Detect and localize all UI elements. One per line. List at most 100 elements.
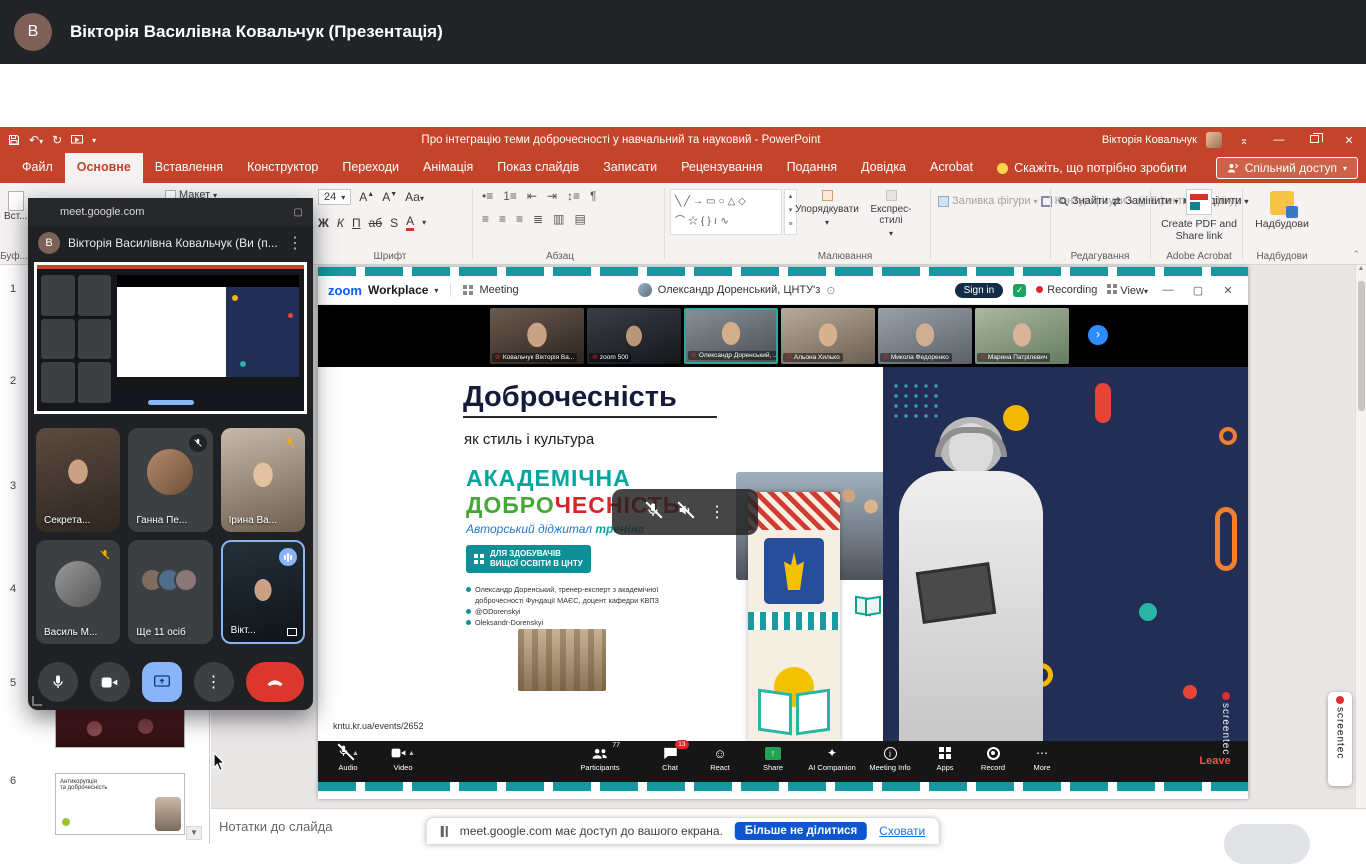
strip-tile: ⊘Ковальчук Вікторія Ва... [490, 308, 584, 364]
close-button[interactable]: ✕ [1336, 134, 1362, 147]
numbering-icon[interactable]: 1≡ [503, 189, 517, 203]
vertical-scrollbar[interactable]: ▲ [1355, 265, 1366, 808]
tab-record[interactable]: Записати [591, 153, 669, 183]
participant-tile[interactable]: Секрета... [36, 428, 120, 532]
tab-home[interactable]: Основне [65, 153, 143, 183]
customize-qat-icon[interactable]: ▾ [92, 136, 96, 145]
grow-font-button[interactable]: А▲ [359, 190, 374, 204]
tell-me-box[interactable]: Скажіть, що потрібно зробити [985, 153, 1199, 183]
expand-icon[interactable] [287, 628, 297, 636]
participant-tile[interactable]: Ганна Пе... [128, 428, 212, 532]
overlay-more-icon: ⋮ [709, 502, 725, 522]
tab-review[interactable]: Рецензування [669, 153, 774, 183]
google-meet-window[interactable]: meet.google.com ▢ B Вікторія Василівна К… [28, 198, 313, 710]
increase-indent-icon[interactable]: ⇥ [547, 189, 557, 203]
end-call-button[interactable] [246, 662, 304, 702]
tab-transitions[interactable]: Переходи [330, 153, 411, 183]
mic-button[interactable] [38, 662, 78, 702]
slide-number-1[interactable]: 1 [10, 283, 16, 295]
corner-widget [1224, 824, 1310, 864]
redo-icon[interactable]: ↻ [52, 133, 62, 147]
slide-number-5[interactable]: 5 [10, 677, 16, 689]
addins-group-label: Надбудови [1246, 251, 1318, 262]
present-button[interactable] [142, 662, 182, 702]
tab-design[interactable]: Конструктор [235, 153, 330, 183]
ribbon-display-options-icon[interactable]: ⌅ [1231, 134, 1257, 147]
more-options-icon[interactable]: ⋮ [287, 233, 303, 253]
font-color-button[interactable]: А [406, 214, 414, 231]
meet-restore-icon[interactable]: ▢ [294, 207, 303, 218]
tab-acrobat[interactable]: Acrobat [918, 153, 985, 183]
user-avatar[interactable] [1206, 132, 1222, 148]
tab-help[interactable]: Довідка [849, 153, 918, 183]
resize-handle[interactable] [32, 696, 42, 706]
screen-share-preview[interactable] [34, 262, 307, 414]
slideshow-icon[interactable] [71, 135, 83, 146]
font-color-caret[interactable]: ▾ [422, 218, 426, 227]
strikethrough-button[interactable]: аб [369, 216, 383, 230]
find-button[interactable]: Знайти [1058, 191, 1108, 212]
save-icon[interactable] [8, 134, 20, 146]
shapes-gallery[interactable]: ╲╱→▭○△◇⌒☆{}≀∿ [670, 189, 782, 235]
paragraph-group-label: Абзац [520, 251, 600, 262]
align-center-icon[interactable]: ≡ [499, 212, 506, 226]
stop-sharing-button[interactable]: Більше не ділитися [735, 822, 867, 840]
meet-window-titlebar[interactable]: meet.google.com ▢ [28, 198, 313, 226]
italic-button[interactable]: К [337, 216, 344, 230]
undo-icon[interactable]: ↶▾ [29, 133, 43, 147]
justify-icon[interactable]: ≣ [533, 212, 543, 226]
collapse-ribbon-icon[interactable]: ⌃ [1352, 249, 1360, 260]
bold-button[interactable]: Ж [318, 216, 329, 230]
minimize-button[interactable]: — [1266, 134, 1292, 146]
align-right-icon[interactable]: ≡ [516, 212, 523, 226]
share-button[interactable]: Спільний доступ ▾ [1216, 157, 1358, 179]
quick-styles-button[interactable]: Експрес-стилі▾ [860, 190, 922, 238]
current-slide[interactable]: zoom Workplace ▾ Meeting Олександр Дорен… [318, 267, 1248, 799]
shrink-font-button[interactable]: А▼ [382, 190, 397, 204]
participant-tile[interactable]: Василь М... [36, 540, 120, 644]
slide-number-3[interactable]: 3 [10, 480, 16, 492]
underline-button[interactable]: П [352, 216, 361, 230]
tab-view[interactable]: Подання [775, 153, 849, 183]
tab-slideshow[interactable]: Показ слайдів [485, 153, 591, 183]
shape-fill-button[interactable]: Заливка фігури▾ [938, 191, 1038, 212]
tab-file[interactable]: Файл [10, 153, 65, 183]
zoom-toolbar: ▲ Audio ▲ Video 77 Participants 13 Chat … [318, 741, 1248, 782]
scrollbar-thumb[interactable] [1358, 281, 1365, 411]
slide-number-4[interactable]: 4 [10, 583, 16, 595]
paste-button[interactable]: Вст... [4, 191, 28, 222]
participant-tile-overflow[interactable]: Ще 11 осіб [128, 540, 212, 644]
columns-icon[interactable]: ▥ [553, 212, 564, 226]
tab-insert[interactable]: Вставлення [143, 153, 235, 183]
red-circle-shape [1183, 685, 1197, 699]
tab-animations[interactable]: Анімація [411, 153, 485, 183]
create-pdf-button[interactable]: Create PDF and Share link [1160, 189, 1238, 242]
hide-banner-link[interactable]: Сховати [879, 824, 925, 838]
bullets-icon[interactable]: •≡ [482, 189, 493, 203]
participant-tile-self[interactable]: Вікт... [221, 540, 305, 644]
strip-tile: ⊘Альона Хилько [781, 308, 875, 364]
addins-button[interactable]: Надбудови [1252, 191, 1312, 230]
audio-indicator-icon [279, 548, 297, 566]
camera-button[interactable] [90, 662, 130, 702]
watermark-text: screentec [1335, 707, 1346, 759]
text-shadow-button[interactable]: S [390, 216, 398, 230]
slide-number-2[interactable]: 2 [10, 375, 16, 387]
decrease-indent-icon[interactable]: ⇤ [527, 189, 537, 203]
text-direction-icon[interactable]: ¶ [590, 189, 596, 203]
change-case-button[interactable]: Аа▾ [405, 190, 424, 204]
strip-tile-active-speaker: ⊘Олександр Доренський, ... [684, 308, 778, 364]
participant-tile[interactable]: Ірина Ва... [221, 428, 305, 532]
slide-number-6[interactable]: 6 [10, 775, 16, 787]
slide-6-thumbnail[interactable]: Антикорупція та доброчесність [55, 773, 185, 835]
mic-muted-icon [645, 502, 661, 523]
zoom-sign-in-button: Sign in [955, 283, 1004, 298]
line-spacing-icon[interactable]: ↕≡ [567, 189, 580, 203]
more-options-button[interactable]: ⋮ [194, 662, 234, 702]
restore-button[interactable] [1301, 134, 1327, 146]
smartart-icon[interactable]: ▤ [574, 212, 585, 226]
thumbnail-scroll-down[interactable]: ▼ [186, 826, 202, 840]
arrange-button[interactable]: Упорядкувати▾ [798, 190, 856, 227]
font-size-box[interactable]: 24▾ [318, 189, 351, 205]
align-left-icon[interactable]: ≡ [482, 212, 489, 226]
